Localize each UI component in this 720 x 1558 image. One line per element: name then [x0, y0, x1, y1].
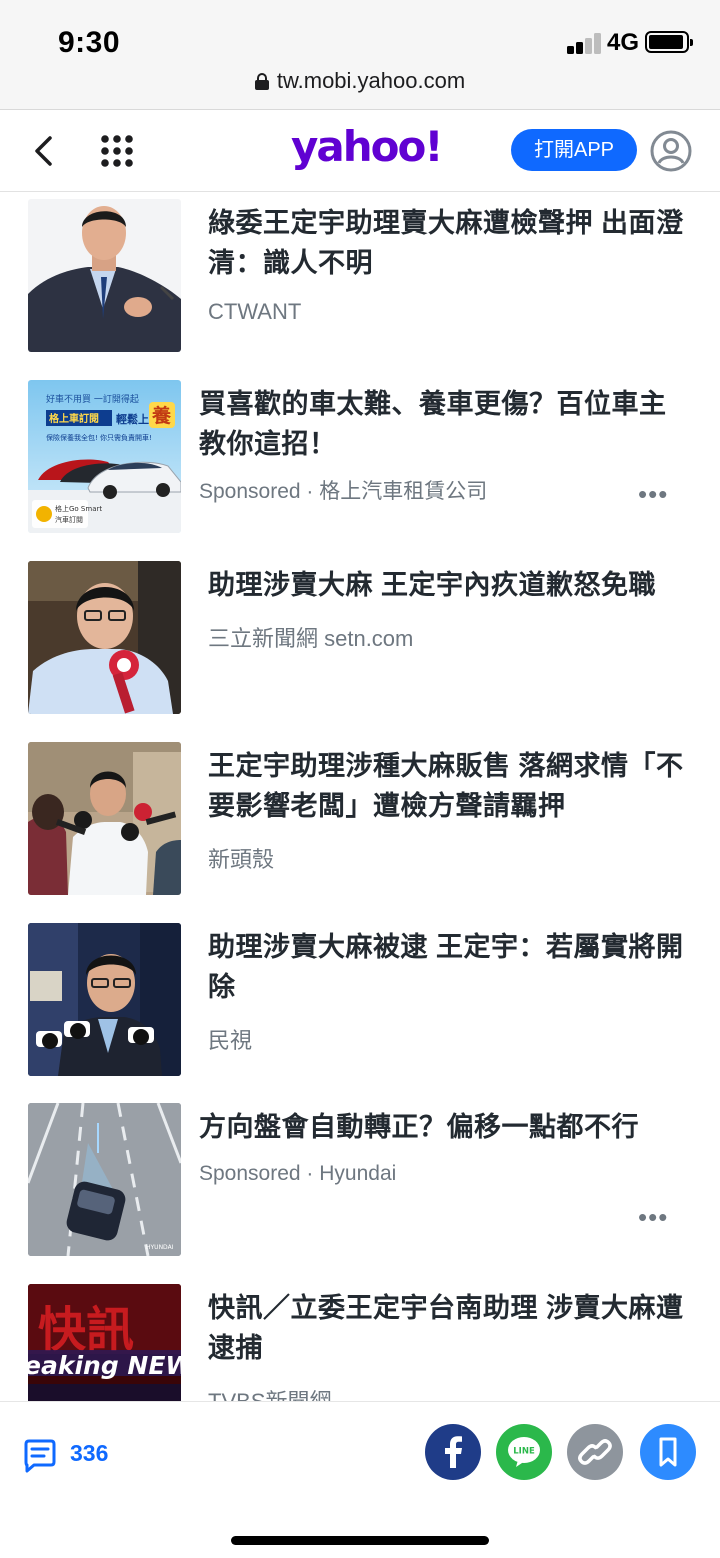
- open-app-button[interactable]: 打開APP: [511, 129, 637, 171]
- line-share-button[interactable]: LINE: [496, 1424, 552, 1480]
- grid-icon: [101, 135, 133, 167]
- article-title[interactable]: 綠委王定宇助理賣大麻遭檢聲押 出面澄清：識人不明: [208, 203, 688, 283]
- article-thumbnail[interactable]: [28, 923, 181, 1076]
- profile-button[interactable]: [650, 130, 692, 172]
- svg-text:養: 養: [151, 404, 172, 427]
- status-time: 9:30: [58, 26, 121, 59]
- bookmark-button[interactable]: [640, 1424, 696, 1480]
- svg-text:eaking NEW: eaking NEW: [28, 1351, 181, 1380]
- back-button[interactable]: [26, 132, 62, 170]
- comment-count[interactable]: 336: [70, 1440, 108, 1467]
- sponsored-item[interactable]: 好車不用買 一訂開得起 格上車訂閱 輕鬆上 養 保險保養我全包! 你只需負責開車…: [0, 380, 720, 540]
- article-thumbnail[interactable]: 快訊 eaking NEW: [28, 1284, 181, 1401]
- article-item[interactable]: 王定宇助理涉種大麻販售 落網求情「不要影響老闆」遭檢方聲請羈押 新頭殼: [0, 742, 720, 902]
- article-title[interactable]: 助理涉賣大麻 王定宇內疚道歉怒免職: [208, 565, 688, 605]
- battery-icon: [645, 31, 693, 53]
- site-header: yahoo! 打開APP: [0, 110, 720, 192]
- link-icon: [578, 1439, 612, 1465]
- copy-link-button[interactable]: [567, 1424, 623, 1480]
- facebook-icon: [445, 1436, 462, 1468]
- bottom-action-bar: 336 LINE: [0, 1401, 720, 1558]
- ad-thumbnail[interactable]: HYUNDAI: [28, 1103, 181, 1256]
- article-item[interactable]: 助理涉賣大麻被逮 王定宇：若屬實將開除 民視: [0, 923, 720, 1083]
- article-thumbnail[interactable]: [28, 199, 181, 352]
- svg-text:汽車訂閱: 汽車訂閱: [55, 515, 83, 524]
- article-item[interactable]: 快訊 eaking NEW 快訊／立委王定宇台南助理 涉賣大麻遭逮捕 TVBS新…: [0, 1284, 720, 1401]
- ad-sponsor: Sponsored · Hyundai: [199, 1162, 397, 1185]
- article-source: 民視: [208, 1028, 253, 1053]
- article-thumbnail[interactable]: [28, 561, 181, 714]
- ad-title[interactable]: 買喜歡的車太難、養車更傷？百位車主教你這招！: [199, 384, 679, 464]
- article-list: 綠委王定宇助理賣大麻遭檢聲押 出面澄清：識人不明 CTWANT 好車不用買 一訂…: [0, 193, 720, 1401]
- user-avatar-icon: [650, 130, 692, 172]
- article-title[interactable]: 王定宇助理涉種大麻販售 落網求情「不要影響老闆」遭檢方聲請羈押: [208, 746, 688, 826]
- more-options-icon[interactable]: •••: [638, 481, 668, 507]
- ad-title[interactable]: 方向盤會自動轉正？偏移一點都不行: [199, 1107, 679, 1147]
- svg-text:好車不用買 一訂開得起: 好車不用買 一訂開得起: [46, 393, 139, 405]
- line-icon: LINE: [508, 1437, 540, 1467]
- comment-icon[interactable]: [22, 1438, 58, 1474]
- svg-text:保險保養我全包! 你只需負責開車!: 保險保養我全包! 你只需負責開車!: [46, 433, 152, 442]
- sponsored-item[interactable]: HYUNDAI 方向盤會自動轉正？偏移一點都不行 Sponsored · Hyu…: [0, 1103, 720, 1263]
- ad-sponsor: Sponsored · 格上汽車租賃公司: [199, 480, 488, 503]
- ad-thumbnail[interactable]: 好車不用買 一訂開得起 格上車訂閱 輕鬆上 養 保險保養我全包! 你只需負責開車…: [28, 380, 181, 533]
- article-thumbnail[interactable]: [28, 742, 181, 895]
- svg-text:輕鬆上: 輕鬆上: [116, 412, 149, 426]
- lock-icon: [254, 73, 269, 90]
- yahoo-logo[interactable]: yahoo!: [291, 122, 443, 171]
- svg-text:快訊: 快訊: [38, 1302, 134, 1358]
- signal-icon: [567, 32, 603, 54]
- facebook-share-button[interactable]: [425, 1424, 481, 1480]
- url-text: tw.mobi.yahoo.com: [276, 68, 466, 93]
- svg-text:格上Go Smart: 格上Go Smart: [55, 504, 102, 513]
- article-source: CTWANT: [208, 299, 302, 324]
- svg-text:格上車訂閱: 格上車訂閱: [49, 412, 99, 425]
- home-indicator[interactable]: [231, 1536, 489, 1545]
- menu-grid-button[interactable]: [100, 134, 134, 168]
- chevron-left-icon: [35, 136, 52, 166]
- article-title[interactable]: 快訊／立委王定宇台南助理 涉賣大麻遭逮捕: [208, 1288, 688, 1368]
- network-type: 4G: [607, 29, 640, 56]
- status-bar: 9:30 4G tw.mobi.yahoo.com: [0, 0, 720, 110]
- article-item[interactable]: 助理涉賣大麻 王定宇內疚道歉怒免職 三立新聞網 setn.com: [0, 561, 720, 721]
- more-options-icon[interactable]: •••: [638, 1204, 668, 1230]
- article-source: 三立新聞網 setn.com: [208, 626, 414, 651]
- address-bar[interactable]: tw.mobi.yahoo.com: [0, 68, 720, 94]
- article-source: 新頭殼: [208, 847, 275, 872]
- article-item[interactable]: 綠委王定宇助理賣大麻遭檢聲押 出面澄清：識人不明 CTWANT: [0, 199, 720, 359]
- bookmark-icon: [659, 1437, 677, 1467]
- svg-text:HYUNDAI: HYUNDAI: [146, 1244, 174, 1251]
- svg-text:LINE: LINE: [513, 1447, 535, 1457]
- article-source: TVBS新聞網: [208, 1384, 331, 1401]
- article-title[interactable]: 助理涉賣大麻被逮 王定宇：若屬實將開除: [208, 927, 688, 1007]
